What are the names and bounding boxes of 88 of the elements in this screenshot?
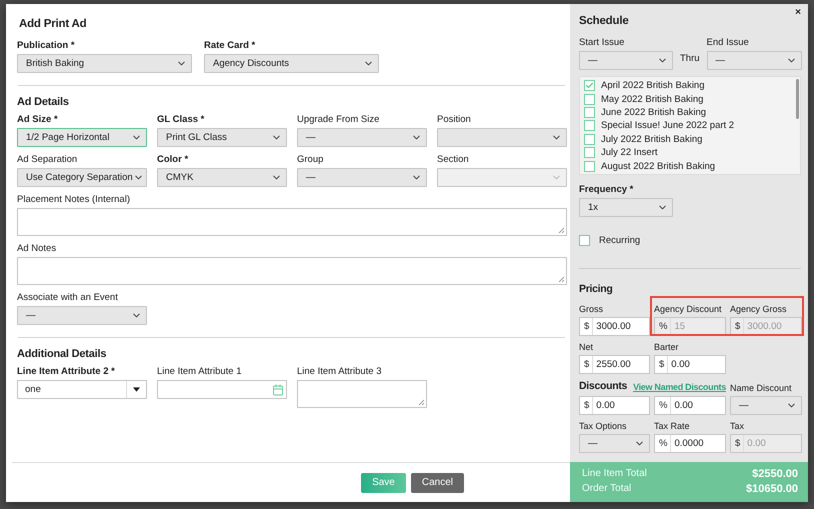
- issue-item[interactable]: August 2022 British Baking: [584, 159, 800, 173]
- field-label: Ad Size *: [17, 114, 59, 125]
- dropdown[interactable]: Print GL Class: [157, 128, 287, 147]
- amount-field[interactable]: % 0.00: [654, 396, 726, 415]
- checkbox[interactable]: [584, 94, 595, 105]
- combo-box[interactable]: one: [17, 380, 147, 399]
- field-label: Position: [437, 114, 472, 125]
- field-label: Gross: [579, 304, 604, 314]
- checkbox[interactable]: [584, 80, 595, 92]
- dropdown[interactable]: 1x: [579, 198, 673, 217]
- field-label: Agency Discount: [654, 304, 723, 314]
- field-label: Barter: [654, 342, 680, 352]
- issue-item[interactable]: July 2022 British Baking: [584, 132, 800, 146]
- dropdown[interactable]: 1/2 Page Horizontal: [17, 128, 147, 147]
- amount-field[interactable]: $ 3000.00: [579, 317, 650, 336]
- dropdown[interactable]: CMYK: [157, 168, 287, 187]
- field-label: Name Discount: [730, 383, 793, 393]
- checkbox[interactable]: [584, 106, 595, 118]
- total-value: $10650.00: [746, 482, 798, 494]
- field-label: Line Item Attribute 2 *: [17, 366, 116, 377]
- field-label: Upgrade From Size: [297, 114, 380, 125]
- checkbox[interactable]: [584, 147, 595, 158]
- field-label: Group: [297, 154, 324, 165]
- scrollbar[interactable]: [796, 79, 799, 119]
- section-title: Pricing: [579, 283, 614, 295]
- field-label: Line Item Attribute 3: [297, 366, 382, 377]
- close-button[interactable]: ×: [795, 7, 801, 18]
- field-label: Net: [579, 342, 594, 352]
- section-title: Additional Details: [17, 348, 108, 360]
- field-label: Placement Notes (Internal): [17, 194, 131, 205]
- amount-field[interactable]: $ 0.00: [654, 355, 726, 374]
- resize-grip-icon: [418, 399, 425, 406]
- field-label: Rate Card *: [204, 40, 256, 51]
- resize-grip-icon: [558, 276, 565, 283]
- resize-grip-icon: [558, 227, 565, 234]
- dropdown[interactable]: —: [297, 168, 427, 187]
- amount-field[interactable]: $ 0.00: [579, 396, 650, 415]
- text-area[interactable]: [297, 380, 427, 408]
- total-label: Line Item Total: [582, 468, 647, 479]
- discounts-heading: Discounts: [579, 380, 628, 392]
- issue-item[interactable]: July 22 Insert: [584, 146, 800, 160]
- field-label: Ad Notes: [17, 243, 58, 254]
- section-title: Ad Details: [17, 96, 70, 108]
- field-label: Tax Options: [579, 421, 628, 431]
- issue-item[interactable]: May 2022 British Baking: [584, 92, 800, 106]
- thru-label: Thru: [680, 53, 700, 66]
- field-label: Line Item Attribute 1: [157, 366, 242, 377]
- dialog-title: Add Print Ad: [19, 18, 88, 30]
- dropdown[interactable]: —: [17, 306, 147, 325]
- dropdown[interactable]: Agency Discounts: [204, 54, 379, 73]
- amount-field[interactable]: % 0.0000: [654, 434, 726, 453]
- field-label: Associate with an Event: [17, 292, 119, 303]
- dropdown[interactable]: [437, 128, 567, 147]
- checkbox[interactable]: [584, 134, 595, 145]
- field-label: Ad Separation: [17, 154, 78, 165]
- cancel-button[interactable]: Cancel: [410, 472, 464, 492]
- field-label: Frequency *: [579, 184, 634, 195]
- dropdown[interactable]: Use Category Separation: [17, 168, 147, 187]
- total-value: $2550.00: [752, 468, 798, 480]
- field-label: Section: [437, 154, 470, 165]
- dropdown[interactable]: British Baking: [17, 54, 192, 73]
- section-title: Schedule: [579, 15, 630, 27]
- field-label: Start Issue: [579, 37, 626, 48]
- field-label: Agency Gross: [730, 304, 788, 314]
- field-label: Tax Rate: [654, 421, 691, 431]
- calendar-icon: [272, 384, 284, 396]
- checkbox[interactable]: [579, 235, 590, 246]
- date-field[interactable]: [157, 380, 287, 399]
- field-label: Color *: [157, 154, 190, 165]
- issue-item[interactable]: June 2022 British Baking: [584, 106, 800, 120]
- dropdown[interactable]: —: [730, 396, 802, 415]
- field-label: Tax: [730, 421, 746, 431]
- issue-item[interactable]: April 2022 British Baking: [584, 79, 800, 92]
- dropdown[interactable]: —: [706, 51, 802, 70]
- dropdown[interactable]: —: [297, 128, 427, 147]
- checkbox[interactable]: [584, 160, 595, 172]
- checkbox-label: Recurring: [599, 235, 640, 246]
- text-area[interactable]: [17, 208, 567, 236]
- issue-item[interactable]: Special Issue! June 2022 part 2: [584, 119, 800, 133]
- dropdown[interactable]: —: [579, 434, 650, 453]
- field-label: Publication *: [17, 40, 76, 51]
- checkbox[interactable]: [584, 120, 595, 132]
- amount-field[interactable]: $ 2550.00: [579, 355, 650, 374]
- dropdown[interactable]: —: [579, 51, 673, 70]
- total-label: Order Total: [582, 483, 632, 494]
- field-label: End Issue: [706, 37, 750, 48]
- field-label: GL Class *: [157, 114, 206, 125]
- text-area[interactable]: [17, 257, 567, 285]
